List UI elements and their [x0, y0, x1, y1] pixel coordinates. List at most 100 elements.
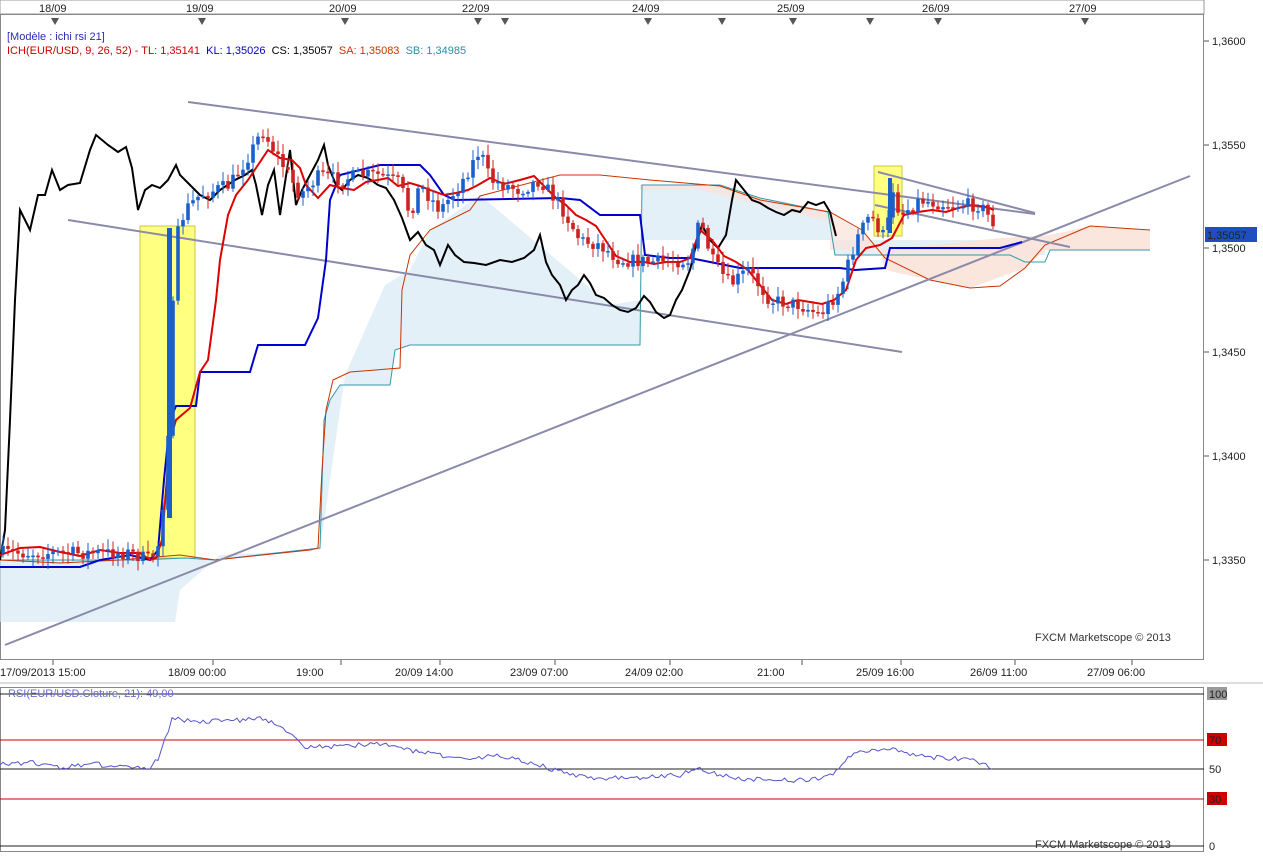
candle-body: [841, 281, 845, 294]
candle-body: [866, 216, 870, 223]
day-separator-marker: [644, 18, 652, 25]
candle-body: [26, 555, 30, 558]
rsi-tick-label: 50: [1209, 764, 1221, 776]
rsi-tick-label: 0: [1209, 841, 1215, 853]
candle-body: [471, 160, 475, 178]
candle-body: [951, 207, 955, 209]
candle-body: [11, 548, 15, 551]
candle-body: [161, 509, 165, 547]
y-tick-label: 1,3350: [1212, 555, 1246, 567]
rsi-tick-label: 70: [1209, 735, 1221, 747]
day-separator-marker: [51, 18, 59, 25]
span-b-value: SB: 1,34985: [405, 45, 467, 57]
candle-body: [766, 294, 770, 304]
candle-body: [156, 546, 160, 557]
candle-body: [706, 227, 710, 249]
last-price-label: 1,35057: [1207, 230, 1247, 242]
candle-body: [526, 191, 530, 194]
candle-body: [896, 192, 900, 213]
price-chart[interactable]: 18/09 19/09 20/09 22/09 24/09 25/09 26/09 27/09…: [0, 0, 1263, 854]
candle-body: [211, 191, 215, 198]
candle-body: [231, 174, 235, 189]
watermark-main: FXCM Marketscope © 2013: [1035, 632, 1171, 644]
candle-body: [61, 550, 65, 553]
candle-body: [411, 210, 415, 213]
candle-body: [581, 237, 585, 239]
x-tick-label: 27/09 06:00: [1087, 667, 1145, 679]
top-date-label: 20/09: [329, 3, 357, 15]
candle-body: [986, 204, 990, 215]
candle-body: [801, 309, 805, 312]
candle-body: [736, 273, 740, 285]
rsi-tick-label: 30: [1209, 794, 1221, 806]
candle-body: [101, 549, 105, 552]
candle-body: [316, 170, 320, 186]
candle-body: [191, 200, 195, 204]
top-date-label: 25/09: [777, 3, 805, 15]
candle-body: [256, 136, 260, 145]
candle-body: [6, 546, 10, 549]
x-tick-label: 21:00: [757, 667, 785, 679]
candle-body: [946, 207, 950, 209]
candle-body: [341, 185, 345, 187]
kijun-value: KL: 1,35026: [206, 45, 266, 57]
candle-body: [916, 198, 920, 213]
candle-body: [671, 261, 675, 264]
candle-body: [131, 549, 135, 552]
day-separator-marker: [1081, 18, 1089, 25]
candle-body: [121, 553, 125, 560]
candle-body: [641, 256, 645, 267]
candle-body: [366, 169, 370, 177]
candle-body: [571, 222, 575, 230]
candle-body: [496, 181, 500, 184]
candle-body: [966, 198, 970, 207]
candle-body: [601, 243, 605, 252]
candle-body: [606, 251, 610, 253]
candle-body: [396, 175, 400, 177]
candle-body: [416, 188, 420, 213]
top-date-strip: [0, 0, 1205, 15]
ich-prefix: ICH(EUR/USD, 9, 26, 52) -: [7, 45, 139, 57]
candle-body: [331, 172, 335, 174]
candle-body: [271, 141, 275, 152]
candle-body: [656, 255, 660, 262]
candle-body: [741, 270, 745, 274]
candle-body: [321, 170, 325, 172]
candle-body: [931, 201, 935, 207]
candle-body: [116, 553, 120, 559]
candle-body: [821, 312, 825, 315]
watermark-rsi: FXCM Marketscope © 2013: [1035, 839, 1171, 851]
candle-body: [31, 555, 35, 558]
x-tick-label: 19:00: [296, 667, 324, 679]
candle-body: [911, 210, 915, 213]
candle-body: [226, 181, 230, 189]
candle-body: [936, 206, 940, 210]
top-date-label: 26/09: [922, 3, 950, 15]
candle-body: [561, 197, 565, 217]
span-a-value: SA: 1,35083: [338, 45, 400, 57]
candle-body: [106, 549, 110, 551]
candle-body: [451, 196, 455, 200]
candle-body: [901, 212, 905, 215]
candle-body: [96, 549, 100, 554]
candle-body: [796, 299, 800, 310]
candle-body: [1, 546, 5, 553]
candle-body: [306, 187, 310, 192]
candle-body: [991, 214, 995, 227]
candle-body: [926, 201, 930, 204]
candle-body: [186, 203, 190, 221]
candle-body: [261, 136, 265, 139]
candle-body: [611, 251, 615, 260]
candle-body: [871, 216, 875, 219]
x-tick-label: 25/09 16:00: [856, 667, 914, 679]
candle-body: [676, 262, 680, 268]
candle-body: [861, 222, 865, 235]
x-tick-label: 20/09 14:00: [395, 667, 453, 679]
candle-body: [201, 195, 205, 198]
candle-body: [626, 263, 630, 267]
candle-body: [816, 312, 820, 314]
candle-body: [566, 216, 570, 223]
candle-body: [281, 154, 285, 168]
candle-body: [791, 299, 795, 308]
tenkan-value: TL: 1,35141: [141, 45, 200, 57]
